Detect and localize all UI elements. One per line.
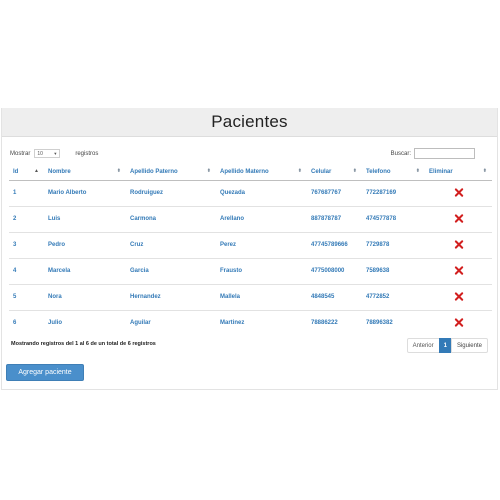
- cell-id: 1: [13, 190, 17, 196]
- cell-apellido-paterno: Rodruiguez: [130, 190, 163, 196]
- cell-telefono: 7589638: [362, 257, 425, 284]
- cell-id: 3: [9, 231, 44, 258]
- delete-icon[interactable]: [454, 240, 463, 249]
- page-title: Pacientes: [211, 112, 288, 131]
- table-header-row: Id ▲ Nombre ⬍ Apellido Paterno ⬍ Apellido M…: [9, 165, 492, 181]
- cell-apellido-paterno: Garcia: [126, 257, 216, 284]
- cell-nombre: Nora: [44, 283, 126, 310]
- cell-apellido-materno: Martinez: [216, 309, 307, 336]
- prev-page-button[interactable]: Anterior: [406, 338, 440, 353]
- cell-apellido-paterno: Hernandez: [126, 283, 216, 310]
- cell-id: 2: [9, 205, 44, 232]
- add-patient-button[interactable]: Agregar paciente: [6, 364, 84, 381]
- cell-apellido-materno: Perez: [216, 231, 307, 258]
- cell-eliminar: [425, 283, 492, 310]
- cell-apellido-materno: Frausto: [216, 257, 307, 284]
- cell-eliminar: [425, 309, 492, 336]
- delete-icon[interactable]: [454, 292, 463, 301]
- sort-icon: ⬍: [297, 168, 302, 174]
- cell-telefono: 4772852: [362, 283, 425, 310]
- cell-celular: 4775008000: [307, 257, 362, 284]
- cell-id: 6: [9, 309, 44, 336]
- cell-eliminar: [425, 231, 492, 258]
- sort-asc-icon: ▲: [34, 168, 39, 174]
- length-control: Mostrar 10 ▼ registros: [10, 149, 98, 158]
- pagination: Anterior 1 Siguiente: [406, 338, 488, 353]
- column-header-nombre[interactable]: Nombre ⬍: [44, 165, 126, 181]
- column-header-label: Id: [13, 169, 19, 176]
- table-row: 4 Marcela Garcia Frausto 4775008000 7589…: [9, 257, 492, 284]
- search-input[interactable]: [414, 148, 475, 159]
- sort-icon: ⬍: [116, 168, 121, 174]
- column-header-celular[interactable]: Celular ⬍: [307, 165, 362, 181]
- patients-panel: Pacientes Mostrar 10 ▼ registros Buscar:…: [1, 108, 498, 390]
- cell-celular: 887878787: [307, 205, 362, 232]
- delete-icon[interactable]: [454, 214, 463, 223]
- table-row: 5 Nora Hernandez Mallela 4848545 4772852: [9, 283, 492, 310]
- column-header-label: Eliminar: [429, 169, 453, 176]
- column-header-apellido-materno[interactable]: Apellido Materno ⬍: [216, 165, 307, 181]
- panel-heading: Pacientes: [2, 108, 497, 137]
- delete-icon[interactable]: [454, 318, 463, 327]
- table-info: Mostrando registros del 1 al 6 de un tot…: [11, 341, 156, 347]
- cell-celular: 767687767: [311, 190, 342, 196]
- cell-nombre: Julio: [44, 309, 126, 336]
- column-header-label: Telefono: [366, 169, 391, 176]
- next-page-button[interactable]: Siguiente: [450, 338, 488, 353]
- sort-icon: ⬍: [482, 168, 487, 174]
- table-row: 3 Pedro Cruz Perez 47745789666 7729878: [9, 231, 492, 258]
- cell-apellido-materno: Arellano: [216, 205, 307, 232]
- column-header-label: Apellido Materno: [220, 169, 269, 176]
- cell-eliminar: [425, 257, 492, 284]
- cell-telefono: 78896382: [362, 309, 425, 336]
- length-select-value: 10: [37, 150, 43, 157]
- column-header-telefono[interactable]: Telefono ⬍: [362, 165, 425, 181]
- cell-apellido-paterno: Aguilar: [126, 309, 216, 336]
- sort-icon: ⬍: [352, 168, 357, 174]
- delete-icon[interactable]: [454, 266, 463, 275]
- column-header-label: Apellido Paterno: [130, 169, 178, 176]
- cell-nombre: Pedro: [44, 231, 126, 258]
- page-1-button[interactable]: 1: [438, 338, 452, 353]
- cell-telefono: 7729878: [362, 231, 425, 258]
- column-header-label: Nombre: [48, 169, 71, 176]
- column-header-apellido-paterno[interactable]: Apellido Paterno ⬍: [126, 165, 216, 181]
- column-header-id[interactable]: Id ▲: [9, 165, 44, 181]
- cell-apellido-materno: Mallela: [216, 283, 307, 310]
- cell-id: 5: [9, 283, 44, 310]
- cell-telefono: 772287169: [366, 190, 397, 196]
- table-row: 2 Luis Carmona Arellano 887878787 474577…: [9, 205, 492, 232]
- column-header-eliminar[interactable]: Eliminar ⬍: [425, 165, 492, 181]
- cell-apellido-materno: Quezada: [220, 190, 246, 196]
- length-label-before: Mostrar: [10, 150, 31, 157]
- cell-celular: 47745789666: [307, 231, 362, 258]
- search-control: Buscar:: [391, 148, 475, 159]
- cell-id: 4: [9, 257, 44, 284]
- cell-apellido-paterno: Carmona: [126, 205, 216, 232]
- delete-icon[interactable]: [454, 188, 463, 197]
- length-select[interactable]: 10 ▼: [34, 149, 61, 158]
- cell-telefono: 474577878: [362, 205, 425, 232]
- cell-eliminar: [425, 205, 492, 232]
- cell-nombre: Luis: [44, 205, 126, 232]
- patients-table: Id ▲ Nombre ⬍ Apellido Paterno ⬍ Apellido M…: [9, 165, 492, 336]
- cell-eliminar: [425, 180, 492, 206]
- cell-celular: 4848545: [307, 283, 362, 310]
- sort-icon: ⬍: [206, 168, 211, 174]
- table-controls: Mostrar 10 ▼ registros Buscar:: [2, 148, 497, 164]
- column-header-label: Celular: [311, 169, 332, 176]
- length-label-after: registros: [75, 150, 99, 157]
- sort-icon: ⬍: [415, 168, 420, 174]
- table-row: 1 Mario Alberto Rodruiguez Quezada 76768…: [9, 180, 492, 206]
- search-label: Buscar:: [390, 150, 411, 157]
- cell-celular: 78886222: [307, 309, 362, 336]
- table-row: 6 Julio Aguilar Martinez 78886222 788963…: [9, 309, 492, 336]
- chevron-down-icon: ▼: [53, 151, 58, 156]
- cell-nombre: Mario Alberto: [48, 190, 87, 196]
- cell-apellido-paterno: Cruz: [126, 231, 216, 258]
- cell-nombre: Marcela: [44, 257, 126, 284]
